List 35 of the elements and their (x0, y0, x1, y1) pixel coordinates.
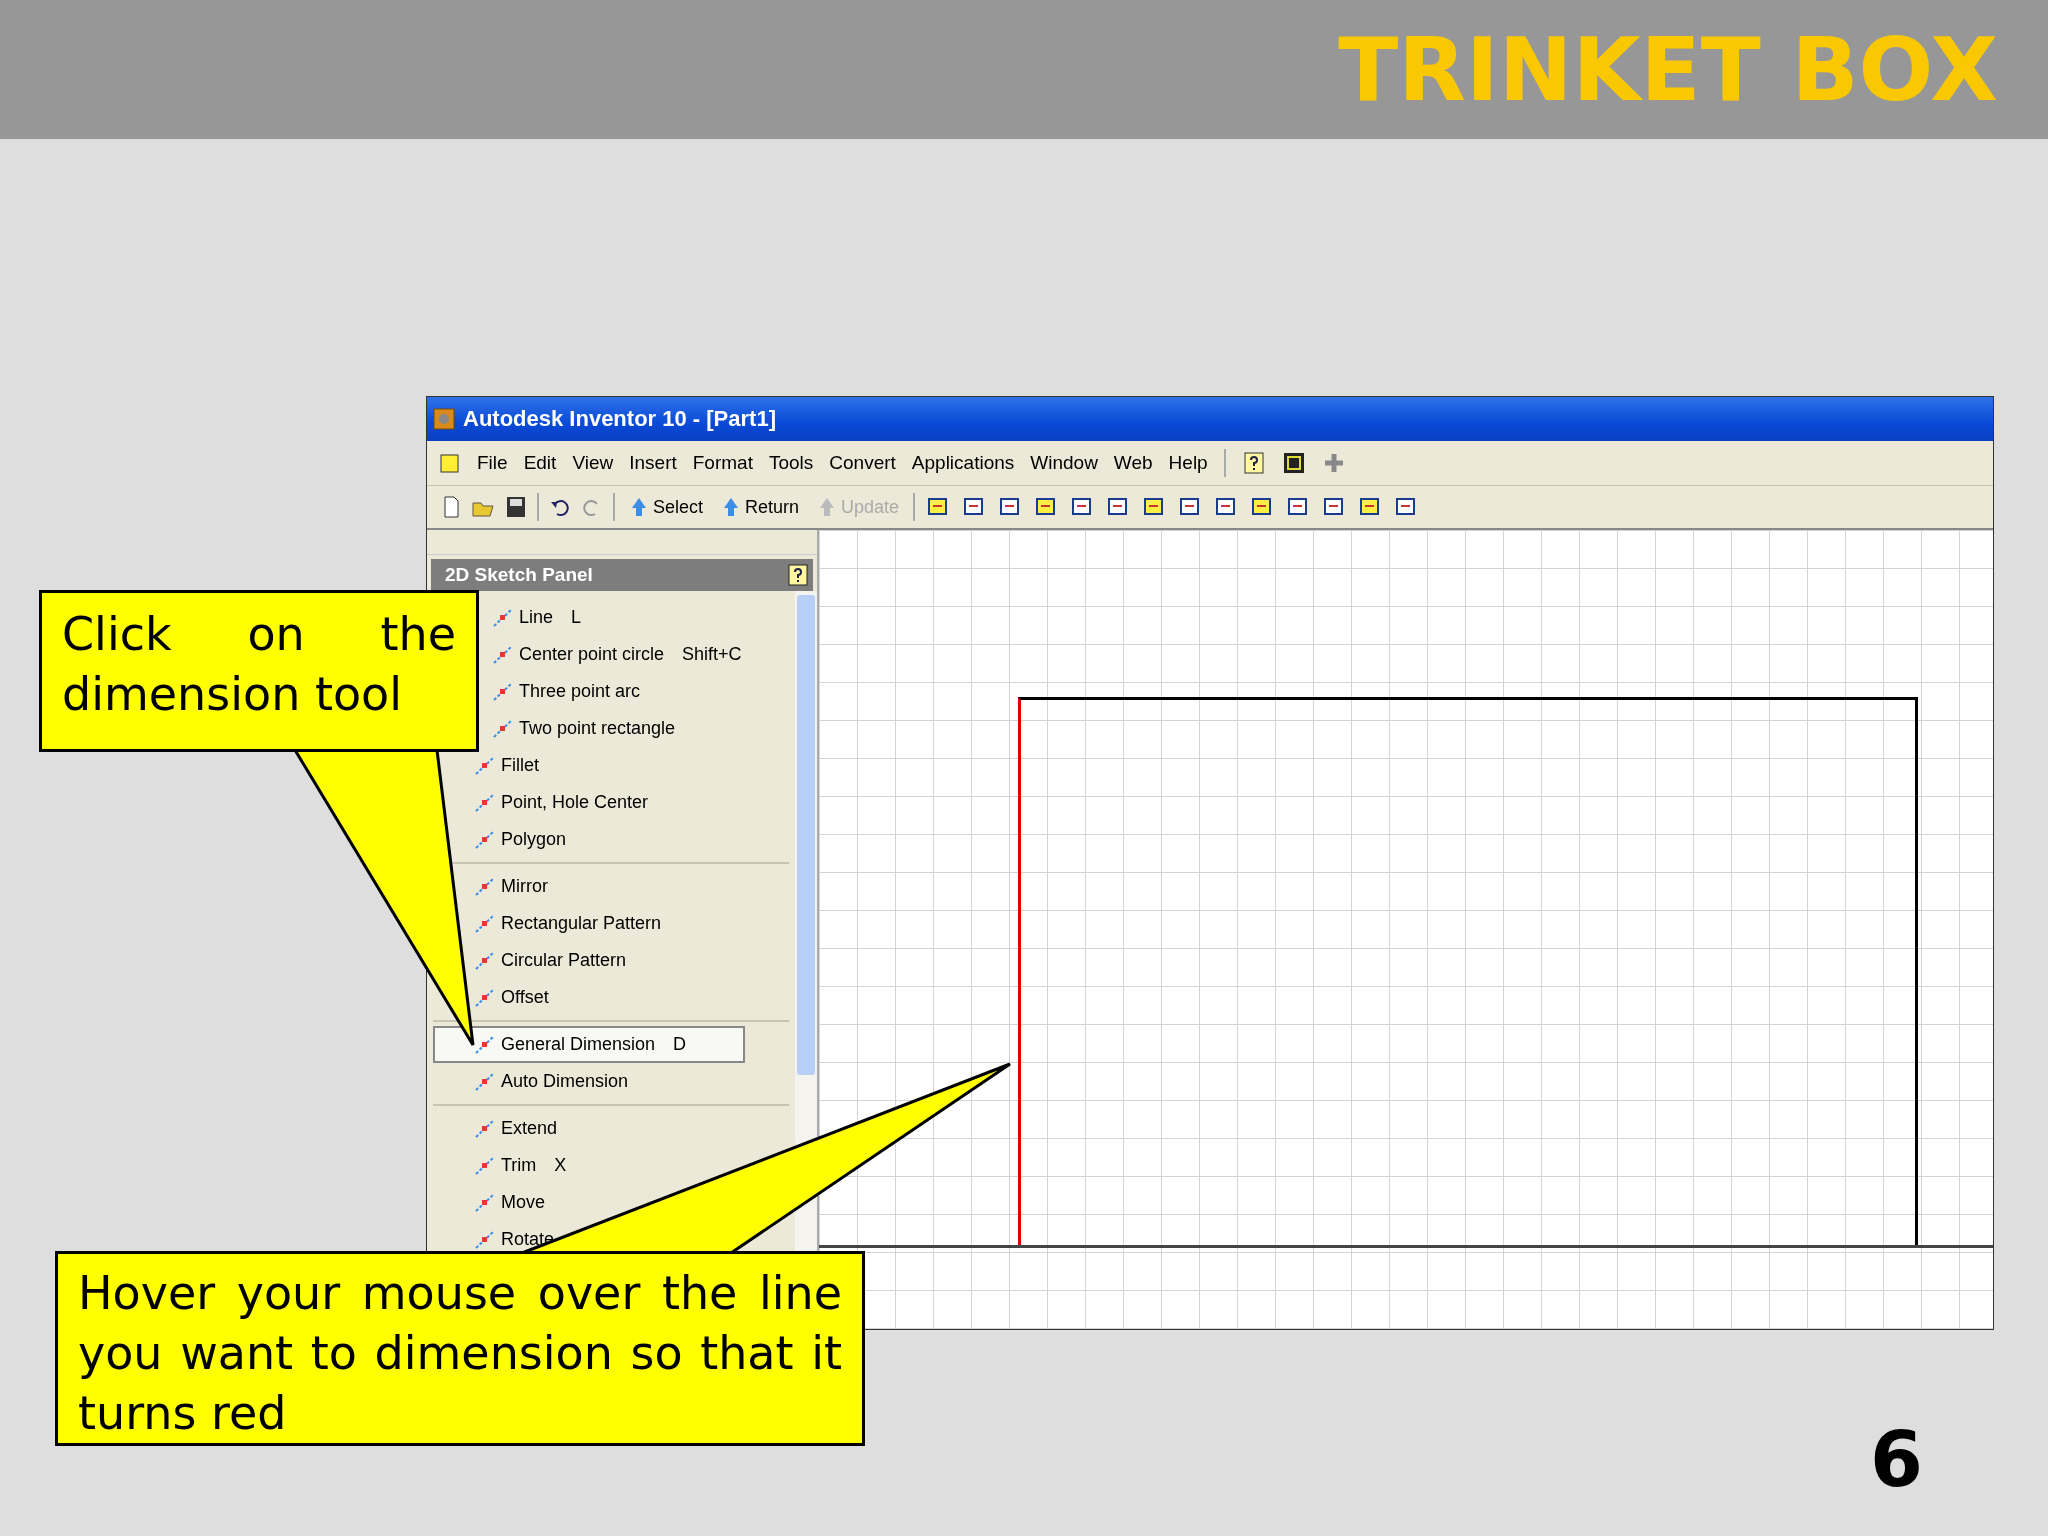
help-icon[interactable] (787, 563, 809, 587)
menu-item[interactable]: Web (1113, 452, 1153, 474)
menu-item[interactable]: Format (692, 452, 753, 474)
grid-icon[interactable] (1281, 451, 1306, 475)
menu-item[interactable]: Edit (523, 452, 557, 474)
slide-title: TRINKET BOX (1338, 18, 1998, 121)
document-icon[interactable] (439, 452, 461, 474)
help-icon[interactable] (1241, 451, 1266, 475)
callout-text: Click on the dimension tool (39, 590, 479, 752)
page-number: 6 (1870, 1415, 1923, 1504)
menu-item[interactable]: File (477, 452, 508, 474)
new-document-icon[interactable] (441, 495, 461, 519)
panel-tool-item[interactable]: Offset (433, 979, 789, 1016)
toolbar-button[interactable]: Return (717, 494, 804, 520)
menu-item[interactable]: Window (1030, 452, 1098, 474)
panel-tool-item[interactable]: Auto Dimension (433, 1063, 789, 1100)
menu-item[interactable]: Applications (911, 452, 1015, 474)
callout-text: Hover your mouse over the line you want to dimension so that it turns red (55, 1251, 865, 1446)
save-icon[interactable] (505, 495, 527, 519)
panel-title[interactable]: 2D Sketch Panel (445, 564, 593, 586)
menu-item[interactable]: Convert (829, 452, 896, 474)
menu-item[interactable]: Tools (768, 452, 814, 474)
panel-tool-item[interactable]: General Dimension D (433, 1026, 745, 1063)
panel-tool-item[interactable]: Line L (485, 599, 789, 636)
window-title: Autodesk Inventor 10 - [Part1] (463, 406, 776, 432)
menu-item[interactable]: Insert (629, 452, 677, 474)
menu-item[interactable]: View (572, 452, 614, 474)
panel-tool-item[interactable]: Extend (433, 1110, 789, 1147)
menu-item[interactable]: Help (1168, 452, 1208, 474)
panel-tool-item[interactable]: Three point arc (485, 673, 789, 710)
panel-tool-item[interactable]: Center point circle Shift+C (485, 636, 789, 673)
panel-tool-item[interactable]: Two point rectangle (485, 710, 789, 747)
app-icon (433, 408, 455, 430)
toolbar-button[interactable]: Select (625, 494, 708, 520)
arrow-up-icon (629, 496, 649, 518)
